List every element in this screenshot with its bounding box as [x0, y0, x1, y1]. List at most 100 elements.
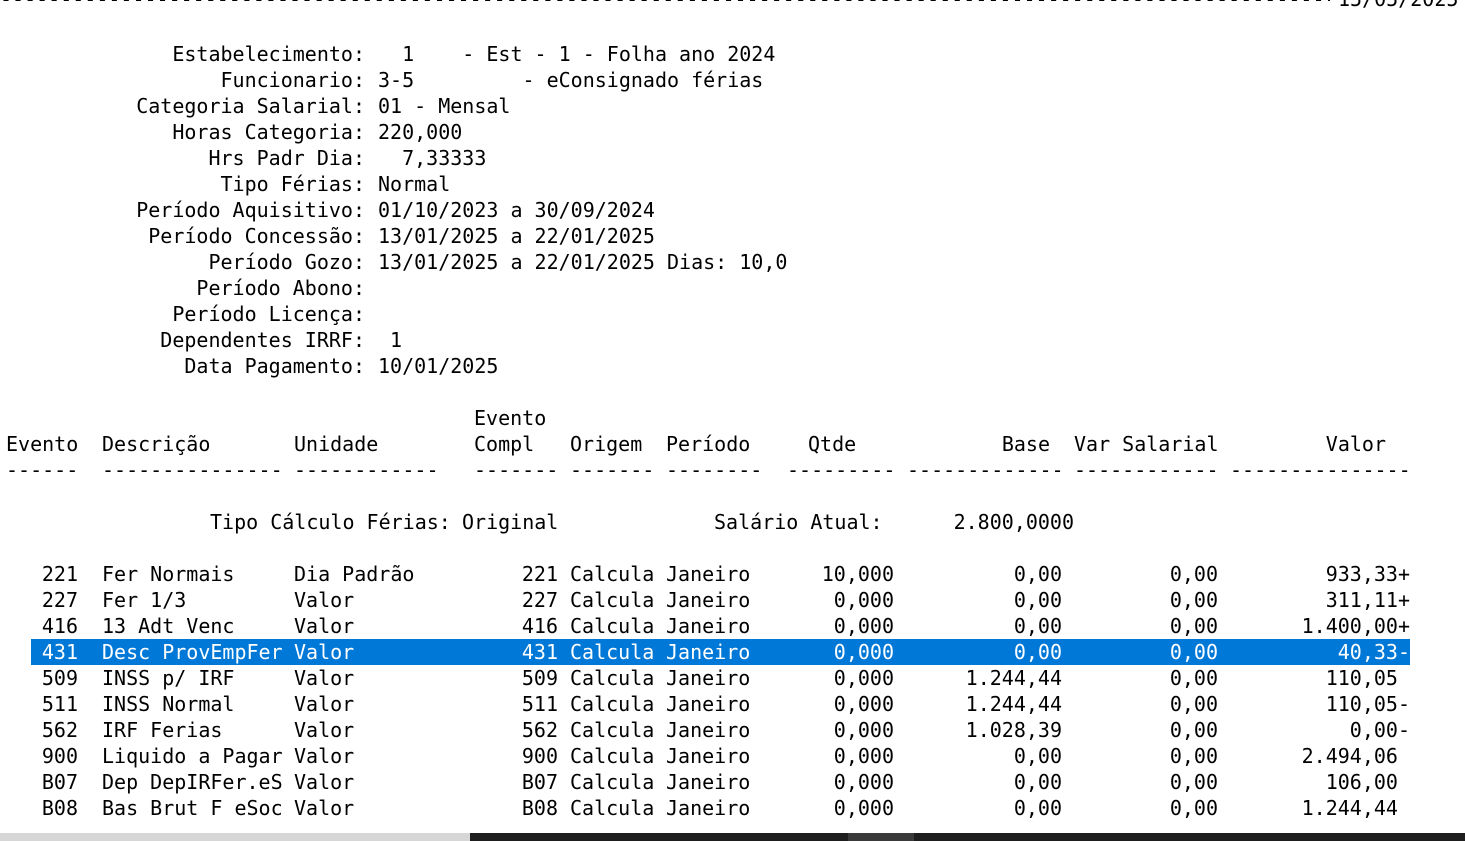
cell-descricao: Dep DepIRFer.eS: [102, 770, 283, 794]
label-horas-categoria: Horas Categoria:: [172, 120, 365, 144]
horizontal-scrollbar[interactable]: [0, 833, 1465, 841]
col-header-qtde: Qtde: [808, 432, 857, 456]
table-row[interactable]: 900 Liquido a Pagar Valor 900 Calcula Janeiro…: [0, 743, 1465, 769]
cell-unidade: Valor: [294, 744, 355, 768]
cell-evento-compl: 221: [521, 562, 558, 586]
cell-periodo: Janeiro: [666, 744, 751, 768]
cell-base: 1.244,44: [965, 692, 1062, 716]
cell-origem: Calcula: [570, 718, 655, 742]
cell-qtde: 0,000: [833, 666, 894, 690]
table-row[interactable]: B07 Dep DepIRFer.eS Valor B07 Calcula Janeiro…: [0, 769, 1465, 795]
cell-unidade: Valor: [294, 692, 355, 716]
top-dashed-rule: ----------------------------------------…: [0, 0, 1330, 12]
cell-base: 0,00: [1013, 562, 1062, 586]
separator-evento-compl: -------: [474, 458, 559, 482]
cell-evento: 221: [41, 562, 78, 586]
cell-periodo: Janeiro: [666, 640, 751, 664]
cell-evento: 227: [41, 588, 78, 612]
cell-evento: 509: [41, 666, 78, 690]
table-row[interactable]: 221 Fer Normais Dia Padrão 221 Calcula Janeir…: [0, 561, 1465, 587]
separator-base: -------------: [907, 458, 1064, 482]
table-row[interactable]: 511 INSS Normal Valor 511 Calcula Janeiro 0,00…: [0, 691, 1465, 717]
value-hrs-padr-dia: 7,33333: [378, 146, 487, 170]
cell-valor: 1.400,00+: [1301, 614, 1410, 638]
separator-var-salarial: ------------: [1074, 458, 1219, 482]
cell-evento: 511: [41, 692, 78, 716]
value-periodo-aquisitivo: 01/10/2023 a 30/09/2024: [378, 198, 655, 222]
cell-unidade: Valor: [294, 614, 355, 638]
separator-qtde: ---------: [787, 458, 896, 482]
separator-origem: -------: [570, 458, 655, 482]
cell-periodo: Janeiro: [666, 666, 751, 690]
cell-base: 1.244,44: [965, 666, 1062, 690]
cell-evento-compl: B07: [521, 770, 558, 794]
label-tipo-ferias: Tipo Férias:: [220, 172, 366, 196]
cell-evento: 900: [41, 744, 78, 768]
cell-base: 0,00: [1013, 588, 1062, 612]
cell-descricao: Fer Normais: [102, 562, 235, 586]
cell-qtde: 0,000: [833, 744, 894, 768]
cell-periodo: Janeiro: [666, 770, 751, 794]
col-header-evento-compl-line1: Evento: [474, 406, 547, 430]
label-periodo-concessao: Período Concessão:: [148, 224, 365, 248]
cell-origem: Calcula: [570, 562, 655, 586]
cell-descricao: 13 Adt Venc: [102, 614, 235, 638]
cell-qtde: 0,000: [833, 614, 894, 638]
separator-descricao: ---------------: [102, 458, 283, 482]
col-header-periodo: Período: [666, 432, 751, 456]
value-horas-categoria: 220,000: [378, 120, 463, 144]
cell-base: 1.028,39: [965, 718, 1062, 742]
separator-evento: ------: [6, 458, 79, 482]
col-header-valor: Valor: [1325, 432, 1386, 456]
cell-evento-compl: 416: [521, 614, 558, 638]
scrollbar-track[interactable]: [0, 833, 470, 841]
table-row[interactable]: 431 Desc ProvEmpFer Valor 431 Calcula Janeiro…: [0, 639, 1465, 665]
cell-qtde: 10,000: [821, 562, 894, 586]
tipo-calculo-value: Original: [462, 510, 559, 534]
table-row[interactable]: 509 INSS p/ IRF Valor 509 Calcula Janeiro 0,00…: [0, 665, 1465, 691]
cell-descricao: Fer 1/3: [102, 588, 187, 612]
label-estabelecimento: Estabelecimento:: [172, 42, 365, 66]
cell-evento: 431: [41, 640, 78, 664]
label-hrs-padr-dia: Hrs Padr Dia:: [208, 146, 365, 170]
cell-origem: Calcula: [570, 666, 655, 690]
col-header-descricao: Descrição: [102, 432, 211, 456]
value-data-pagamento: 10/01/2025: [378, 354, 499, 378]
table-row[interactable]: B08 Bas Brut F eSoc Valor B08 Calcula Janeiro…: [0, 795, 1465, 821]
cell-qtde: 0,000: [833, 692, 894, 716]
scrollbar-thumb-grip[interactable]: [848, 833, 914, 841]
cell-unidade: Valor: [294, 588, 355, 612]
cell-valor: 40,33-: [1337, 640, 1410, 664]
label-periodo-abono: Período Abono:: [196, 276, 365, 300]
value-periodo-gozo: 13/01/2025 a 22/01/2025 Dias: 10,0: [378, 250, 788, 274]
table-row[interactable]: 227 Fer 1/3 Valor 227 Calcula Janeiro 0,000 0,0…: [0, 587, 1465, 613]
cell-var-salarial: 0,00: [1169, 666, 1218, 690]
col-header-evento: Evento: [6, 432, 79, 456]
cell-base: 0,00: [1013, 796, 1062, 820]
table-row[interactable]: 416 13 Adt Venc Valor 416 Calcula Janeiro 0,00…: [0, 613, 1465, 639]
cell-evento-compl: 562: [521, 718, 558, 742]
col-header-var-salarial: Var Salarial: [1074, 432, 1219, 456]
salario-atual-label: Salário Atual:: [714, 510, 883, 534]
cell-evento: B08: [41, 796, 78, 820]
cell-periodo: Janeiro: [666, 588, 751, 612]
scrollbar-thumb[interactable]: [470, 833, 1465, 841]
cell-base: 0,00: [1013, 770, 1062, 794]
table-row[interactable]: 562 IRF Ferias Valor 562 Calcula Janeiro 0,000…: [0, 717, 1465, 743]
value-estabelecimento: 1 - Est - 1 - Folha ano 2024: [378, 42, 776, 66]
cell-var-salarial: 0,00: [1169, 718, 1218, 742]
cell-unidade: Valor: [294, 666, 355, 690]
cell-periodo: Janeiro: [666, 718, 751, 742]
cell-evento-compl: 227: [521, 588, 558, 612]
value-funcionario: 3-5 - eConsignado férias: [378, 68, 764, 92]
cell-descricao: Liquido a Pagar: [102, 744, 283, 768]
cell-descricao: Bas Brut F eSoc: [102, 796, 283, 820]
cell-origem: Calcula: [570, 614, 655, 638]
cell-descricao: IRF Ferias: [102, 718, 223, 742]
cell-evento-compl: 511: [521, 692, 558, 716]
label-periodo-aquisitivo: Período Aquisitivo:: [136, 198, 365, 222]
cell-evento-compl: B08: [521, 796, 558, 820]
cell-valor: 311,11+: [1325, 588, 1410, 612]
tipo-calculo-label: Tipo Cálculo Férias:: [210, 510, 451, 534]
label-periodo-licenca: Período Licença:: [172, 302, 365, 326]
